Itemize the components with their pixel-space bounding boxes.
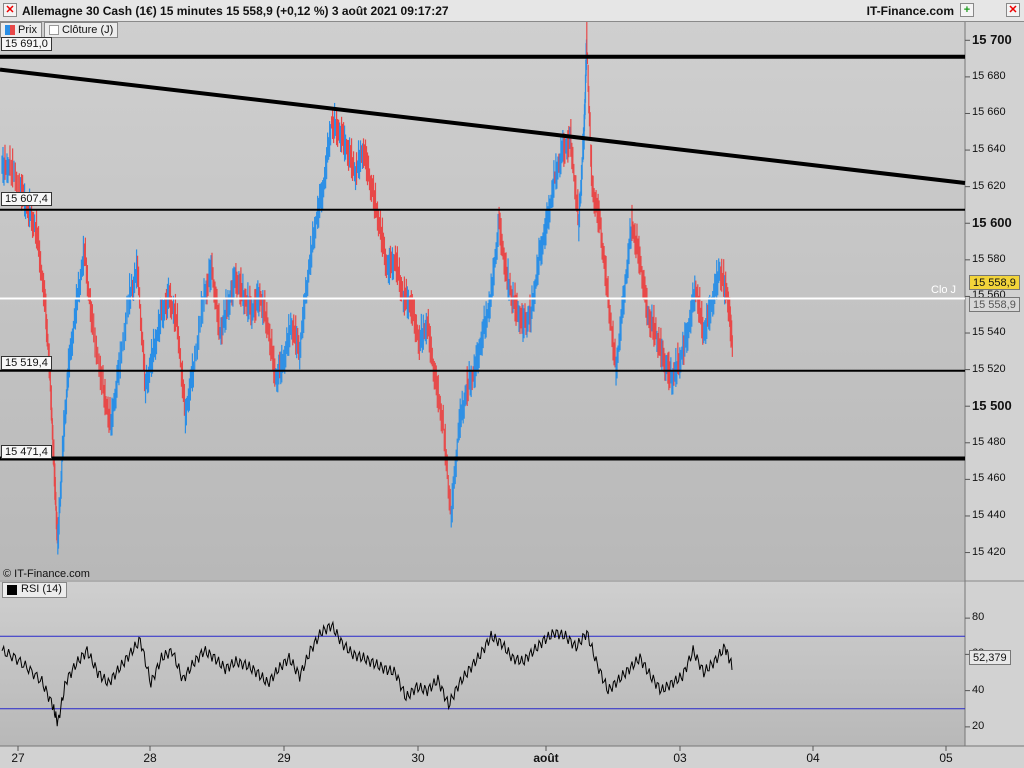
window-header: ✕ Allemagne 30 Cash (1€) 15 minutes 15 5… <box>0 0 1024 22</box>
time-tick-label: 29 <box>277 751 291 765</box>
level-tag[interactable]: 15 519,4 <box>1 356 52 370</box>
legend-item-close[interactable]: Clôture (J) <box>43 22 119 38</box>
rsi-label: RSI (14) <box>21 583 62 595</box>
rsi-tick-label: 20 <box>972 719 985 732</box>
price-tick-label: 15 640 <box>972 143 1006 156</box>
brand-name: IT-Finance.com <box>866 4 954 18</box>
level-tag[interactable]: 15 691,0 <box>1 37 52 51</box>
closing-line-label: Clo J <box>931 284 957 296</box>
price-tick-label: 15 420 <box>972 545 1006 558</box>
price-tick-label: 15 680 <box>972 69 1006 82</box>
price-tick-label: 15 620 <box>972 179 1006 192</box>
time-tick-label: 03 <box>673 751 687 765</box>
window-close-icon[interactable]: ✕ <box>1006 3 1020 17</box>
price-tick-label: 15 700 <box>972 32 1012 48</box>
price-tick-label: 15 520 <box>972 362 1006 375</box>
legend-label: Prix <box>18 24 37 36</box>
time-tick-label: 30 <box>411 751 425 765</box>
time-tick-label: 04 <box>806 751 820 765</box>
price-tick-label: 15 600 <box>972 215 1012 231</box>
time-tick-label: août <box>533 751 559 765</box>
level-tag[interactable]: 15 607,4 <box>1 192 52 206</box>
rsi-tick-label: 40 <box>972 683 985 696</box>
time-tick-label: 28 <box>143 751 157 765</box>
rsi-panel <box>0 582 965 746</box>
price-tick-label: 15 580 <box>972 252 1006 265</box>
price-tick-label: 15 460 <box>972 472 1006 485</box>
price-chart[interactable] <box>0 0 1024 768</box>
close-price-box: 15 558,9 <box>969 297 1020 312</box>
close-x-icon[interactable]: ✕ <box>3 3 17 17</box>
chart-window: ✕ Allemagne 30 Cash (1€) 15 minutes 15 5… <box>0 0 1024 768</box>
price-tick-label: 15 660 <box>972 106 1006 119</box>
copyright: © IT-Finance.com <box>3 568 90 580</box>
rsi-swatch-icon <box>7 585 17 595</box>
add-plus-icon[interactable]: + <box>960 3 974 17</box>
price-tick-label: 15 440 <box>972 508 1006 521</box>
price-tick-label: 15 500 <box>972 398 1012 414</box>
close-swatch-icon <box>48 25 59 35</box>
legend-item-price[interactable]: Prix <box>0 22 42 38</box>
price-panel <box>0 22 965 580</box>
rsi-tick-label: 80 <box>972 611 985 624</box>
legend-label: Clôture (J) <box>61 24 114 36</box>
price-legend: Prix Clôture (J) <box>0 22 120 38</box>
time-tick-label: 05 <box>939 751 953 765</box>
last-price-box: 15 558,9 <box>969 275 1020 290</box>
level-tag[interactable]: 15 471,4 <box>1 445 52 459</box>
rsi-legend[interactable]: RSI (14) <box>2 582 67 598</box>
chart-title: Allemagne 30 Cash (1€) 15 minutes 15 558… <box>22 4 449 18</box>
price-tick-label: 15 540 <box>972 326 1006 339</box>
time-tick-label: 27 <box>11 751 25 765</box>
price-tick-label: 15 480 <box>972 435 1006 448</box>
price-swatch-icon <box>5 25 15 35</box>
rsi-value-box: 52,379 <box>969 650 1011 665</box>
